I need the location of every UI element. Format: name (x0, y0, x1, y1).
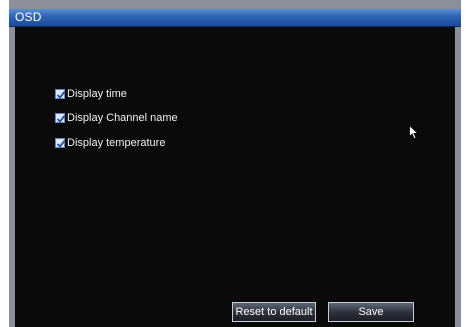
option-display-time[interactable]: Display time (55, 87, 127, 101)
title-bar: OSD (9, 9, 461, 27)
save-button[interactable]: Save (328, 302, 414, 322)
display-channel-name-checkbox[interactable] (55, 113, 66, 123)
display-time-label: Display time (67, 88, 127, 100)
display-channel-name-label: Display Channel name (67, 112, 178, 124)
checkmark-icon (56, 91, 66, 99)
display-temperature-label: Display temperature (67, 137, 166, 149)
mouse-pointer-icon (409, 125, 419, 140)
reset-to-default-button[interactable]: Reset to default (232, 302, 316, 322)
checkmark-icon (56, 115, 66, 123)
window-title: OSD (15, 10, 42, 24)
option-display-channel-name[interactable]: Display Channel name (55, 111, 178, 125)
checkmark-icon (56, 140, 66, 148)
osd-settings-panel (15, 27, 455, 327)
option-display-temperature[interactable]: Display temperature (55, 136, 165, 150)
display-temperature-checkbox[interactable] (55, 138, 66, 148)
display-time-checkbox[interactable] (55, 89, 66, 99)
